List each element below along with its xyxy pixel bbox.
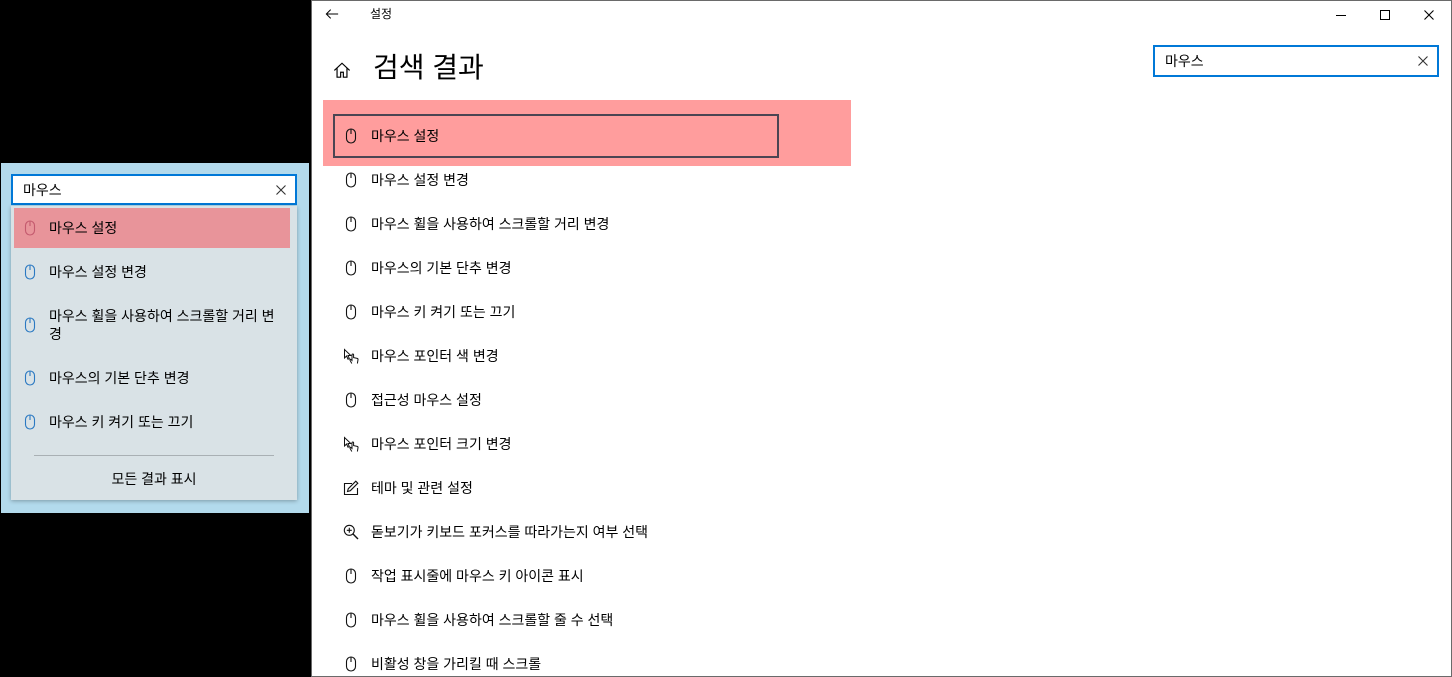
personalization-icon [343, 480, 359, 496]
flyout-result-item[interactable]: 마우스 설정 [14, 208, 290, 248]
flyout-search-box[interactable] [11, 174, 297, 205]
mouse-icon [22, 220, 38, 236]
flyout-result-item[interactable]: 마우스의 기본 단추 변경 [14, 358, 290, 398]
window-title: 설정 [370, 7, 393, 21]
result-label: 돋보기가 키보드 포커스를 따라가는지 여부 선택 [371, 524, 649, 540]
flyout-search-input[interactable] [13, 176, 276, 203]
result-item[interactable]: 접근성 마우스 설정 [333, 378, 779, 422]
result-item[interactable]: 작업 표시줄에 마우스 키 아이콘 표시 [333, 554, 779, 598]
settings-search-input[interactable] [1155, 47, 1418, 75]
result-label: 마우스 휠을 사용하여 스크롤할 거리 변경 [371, 216, 610, 232]
home-icon [333, 61, 351, 79]
mouse-pointer-icon [343, 348, 359, 364]
back-arrow-icon [325, 7, 339, 21]
mouse-icon [343, 304, 359, 320]
mouse-icon [22, 317, 38, 333]
mouse-icon [343, 568, 359, 584]
minimize-button[interactable] [1319, 1, 1363, 29]
flyout-result-item[interactable]: 마우스 설정 변경 [14, 252, 290, 292]
flyout-result-label: 마우스 키 켜기 또는 끄기 [49, 414, 194, 430]
result-item[interactable]: 돋보기가 키보드 포커스를 따라가는지 여부 선택 [333, 510, 779, 554]
title-bar: 설정 [312, 1, 1451, 30]
mouse-icon [343, 612, 359, 628]
result-label: 접근성 마우스 설정 [371, 392, 482, 408]
clear-icon [276, 185, 286, 195]
mouse-icon [343, 392, 359, 408]
maximize-icon [1380, 10, 1390, 20]
result-label: 마우스 설정 [371, 128, 440, 144]
result-item[interactable]: 마우스 포인터 크기 변경 [333, 422, 779, 466]
flyout-result-label: 마우스 휠을 사용하여 스크롤할 거리 변경 [49, 308, 275, 342]
page-title: 검색 결과 [373, 52, 484, 83]
mouse-icon [343, 172, 359, 188]
close-button[interactable] [1407, 1, 1451, 29]
result-item[interactable]: 마우스 휠을 사용하여 스크롤할 거리 변경 [333, 202, 779, 246]
mouse-icon [343, 216, 359, 232]
result-item[interactable]: 테마 및 관련 설정 [333, 466, 779, 510]
clear-icon [1418, 56, 1428, 66]
maximize-button[interactable] [1363, 1, 1407, 29]
result-label: 마우스의 기본 단추 변경 [371, 260, 512, 276]
flyout-clear-search-button[interactable] [276, 185, 286, 195]
back-button[interactable] [325, 7, 339, 21]
settings-clear-search-button[interactable] [1418, 56, 1428, 66]
home-button[interactable] [333, 61, 351, 79]
mouse-icon [22, 414, 38, 430]
close-icon [1424, 10, 1434, 20]
result-item[interactable]: 마우스 포인터 색 변경 [333, 334, 779, 378]
result-item[interactable]: 비활성 창을 가리킬 때 스크롤 [333, 642, 779, 676]
flyout-result-label: 마우스 설정 [49, 220, 118, 236]
result-label: 마우스 키 켜기 또는 끄기 [371, 304, 516, 320]
result-item[interactable]: 마우스 휠을 사용하여 스크롤할 줄 수 선택 [333, 598, 779, 642]
result-item[interactable]: 마우스의 기본 단추 변경 [333, 246, 779, 290]
mouse-icon [343, 260, 359, 276]
flyout-result-label: 마우스 설정 변경 [49, 264, 147, 280]
result-label: 테마 및 관련 설정 [371, 480, 473, 496]
result-label: 마우스 포인터 색 변경 [371, 348, 499, 364]
mouse-pointer-icon [343, 436, 359, 452]
result-item[interactable]: 마우스 설정 변경 [333, 158, 779, 202]
minimize-icon [1336, 10, 1346, 20]
result-label: 마우스 설정 변경 [371, 172, 469, 188]
flyout-result-item[interactable]: 마우스 키 켜기 또는 끄기 [14, 402, 290, 442]
flyout-results-panel: 마우스 설정 마우스 설정 변경 마우스 휠을 사용하여 스크롤할 거리 변경 … [11, 206, 297, 500]
result-item[interactable]: 마우스 설정 [333, 114, 779, 158]
settings-search-box[interactable] [1153, 45, 1439, 77]
search-results-list: 마우스 설정 마우스 설정 변경 마우스 휠을 사용하여 스크롤할 거리 변경 … [333, 114, 779, 676]
mouse-icon [343, 128, 359, 144]
mouse-icon [22, 264, 38, 280]
flyout-result-item[interactable]: 마우스 휠을 사용하여 스크롤할 거리 변경 [14, 296, 290, 354]
mouse-icon [343, 656, 359, 672]
show-all-results-link[interactable]: 모든 결과 표시 [11, 456, 297, 488]
mouse-icon [22, 370, 38, 386]
magnifier-icon [343, 524, 359, 540]
result-label: 마우스 포인터 크기 변경 [371, 436, 512, 452]
flyout-result-label: 마우스의 기본 단추 변경 [49, 370, 190, 386]
result-item[interactable]: 마우스 키 켜기 또는 끄기 [333, 290, 779, 334]
result-label: 마우스 휠을 사용하여 스크롤할 줄 수 선택 [371, 612, 614, 628]
settings-window: 설정 검색 결과 마우스 설정 마우스 설정 변경 마우스 휠 [311, 0, 1452, 677]
result-label: 작업 표시줄에 마우스 키 아이콘 표시 [371, 568, 584, 584]
result-label: 비활성 창을 가리킬 때 스크롤 [371, 656, 542, 672]
search-flyout: 마우스 설정 마우스 설정 변경 마우스 휠을 사용하여 스크롤할 거리 변경 … [1, 163, 309, 513]
